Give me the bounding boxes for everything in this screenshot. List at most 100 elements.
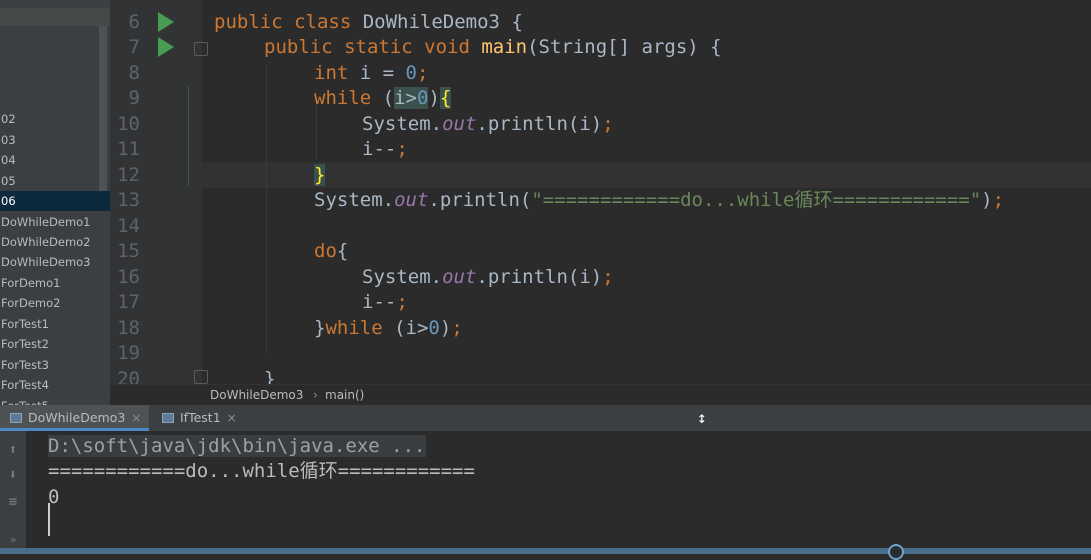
breadcrumb-class[interactable]: DoWhileDemo3 <box>210 385 303 406</box>
code-line-10: System.out.println(i); <box>362 112 614 138</box>
line-number: 18 <box>117 317 140 339</box>
run-arrow-icon[interactable] <box>158 37 174 57</box>
code-token: System. <box>362 113 443 135</box>
breadcrumb: DoWhileDemo3 › main() <box>110 384 1091 406</box>
console-command: D:\soft\java\jdk\bin\java.exe ... <box>48 435 426 457</box>
code-token: class <box>282 11 363 33</box>
sidebar-item[interactable]: ForTest4 <box>0 375 110 395</box>
fold-marker-icon[interactable] <box>194 42 208 56</box>
code-editor[interactable]: 6 7 8 9 10 11 12 13 14 15 16 17 18 19 20… <box>110 0 1091 384</box>
progress-indicator-icon <box>888 544 904 560</box>
code-token: ) <box>981 189 993 211</box>
code-token: 0 <box>428 317 440 339</box>
line-number: 19 <box>117 342 140 364</box>
code-token: { <box>511 11 523 33</box>
code-line-20: } <box>264 367 275 384</box>
tab-iftest1[interactable]: IfTest1 × <box>152 405 245 431</box>
arrow-down-icon[interactable]: ⬇ <box>4 466 22 484</box>
code-token: ; <box>451 317 463 339</box>
code-token: ; <box>602 266 614 288</box>
code-token: out <box>394 189 429 211</box>
run-toolstrip: ⬆ ⬇ ≡ » <box>0 431 26 554</box>
code-token: System. <box>362 266 443 288</box>
code-token: i-- <box>362 291 397 313</box>
breadcrumb-method[interactable]: main() <box>325 385 364 406</box>
code-token: (i> <box>394 317 429 339</box>
code-line-8: int i = 0; <box>314 61 428 87</box>
code-line-12: } <box>314 163 326 189</box>
sidebar-item[interactable]: ForTest3 <box>0 355 110 375</box>
sidebar-item[interactable]: 02 <box>0 109 110 129</box>
code-token: 0 <box>405 62 417 84</box>
indent-guide <box>266 65 267 355</box>
sidebar-item[interactable]: ForTest2 <box>0 334 110 354</box>
code-token: } <box>314 164 326 186</box>
code-token: ( <box>382 87 395 109</box>
line-number: 15 <box>117 240 140 262</box>
code-token: int <box>314 62 349 84</box>
code-token: 0 <box>417 87 429 109</box>
code-token: out <box>442 266 477 288</box>
code-token: "============do...while循环============" <box>531 189 982 211</box>
code-token: ; <box>396 291 408 313</box>
code-token: while <box>314 87 383 109</box>
code-token: public <box>214 11 283 33</box>
code-token: } <box>314 317 326 339</box>
soft-wrap-icon[interactable]: ≡ <box>4 493 22 511</box>
sidebar-item[interactable]: ForDemo1 <box>0 273 110 293</box>
sidebar-item[interactable]: DoWhileDemo3 <box>0 252 110 272</box>
fold-marker-icon[interactable] <box>194 370 208 384</box>
more-icon[interactable]: » <box>4 531 22 549</box>
sidebar-item-selected[interactable]: 06 <box>0 191 110 211</box>
line-number: 20 <box>117 368 140 384</box>
line-number: 13 <box>117 189 140 211</box>
line-number: 12 <box>117 164 140 186</box>
console-output[interactable]: D:\soft\java\jdk\bin\java.exe ... ======… <box>26 431 1091 554</box>
sidebar-item[interactable]: 04 <box>0 150 110 170</box>
editor-gutter: 6 7 8 9 10 11 12 13 14 15 16 17 18 19 20 <box>110 0 208 384</box>
sidebar-item[interactable]: 03 <box>0 130 110 150</box>
code-token: System. <box>314 189 395 211</box>
code-token: i <box>394 87 406 109</box>
project-sidebar: 02 03 04 05 06 DoWhileDemo1 DoWhileDemo2… <box>0 0 110 405</box>
tab-label: IfTest1 <box>180 410 221 425</box>
code-token: (String[] args) <box>527 36 711 58</box>
sidebar-item[interactable]: DoWhileDemo1 <box>0 212 110 232</box>
change-marker <box>188 86 189 186</box>
sidebar-item[interactable]: ForTest5 <box>0 396 110 405</box>
tab-dowhiledemo3[interactable]: DoWhileDemo3 × <box>0 405 150 431</box>
line-number: 8 <box>128 62 140 84</box>
console-icon <box>162 412 174 423</box>
sidebar-item[interactable]: ForDemo2 <box>0 293 110 313</box>
code-token: .println(i) <box>476 266 603 288</box>
close-icon[interactable]: × <box>131 411 141 425</box>
line-number: 16 <box>117 266 140 288</box>
code-line-6: public class DoWhileDemo3 { <box>214 10 523 36</box>
sidebar-item[interactable]: 05 <box>0 171 110 191</box>
close-icon[interactable]: × <box>227 411 237 425</box>
run-arrow-icon[interactable] <box>158 12 174 32</box>
run-tab-bar: DoWhileDemo3 × IfTest1 × <box>0 405 1091 431</box>
code-line-9: while (i>0){ <box>314 86 452 112</box>
sidebar-item[interactable]: DoWhileDemo2 <box>0 232 110 252</box>
code-token: public static void <box>264 36 482 58</box>
code-token: i = <box>348 62 406 84</box>
code-token: } <box>264 368 276 384</box>
line-number: 11 <box>117 138 140 160</box>
code-line-17: i--; <box>362 290 408 316</box>
code-token: ; <box>396 138 408 160</box>
code-line-11: i--; <box>362 137 408 163</box>
code-token: ) <box>439 317 452 339</box>
line-number: 6 <box>128 11 140 33</box>
code-line-7: public static void main(String[] args) { <box>264 35 722 61</box>
status-bar <box>0 548 1091 554</box>
line-number: 9 <box>128 87 140 109</box>
line-number: 17 <box>117 291 140 313</box>
console-command-line: D:\soft\java\jdk\bin\java.exe ... <box>48 434 426 458</box>
code-line-15: do{ <box>314 239 348 265</box>
line-number: 10 <box>117 113 140 135</box>
arrow-up-icon[interactable]: ⬆ <box>4 441 22 459</box>
code-token: main <box>481 36 528 58</box>
sidebar-top-item[interactable] <box>0 8 110 26</box>
sidebar-item[interactable]: ForTest1 <box>0 314 110 334</box>
